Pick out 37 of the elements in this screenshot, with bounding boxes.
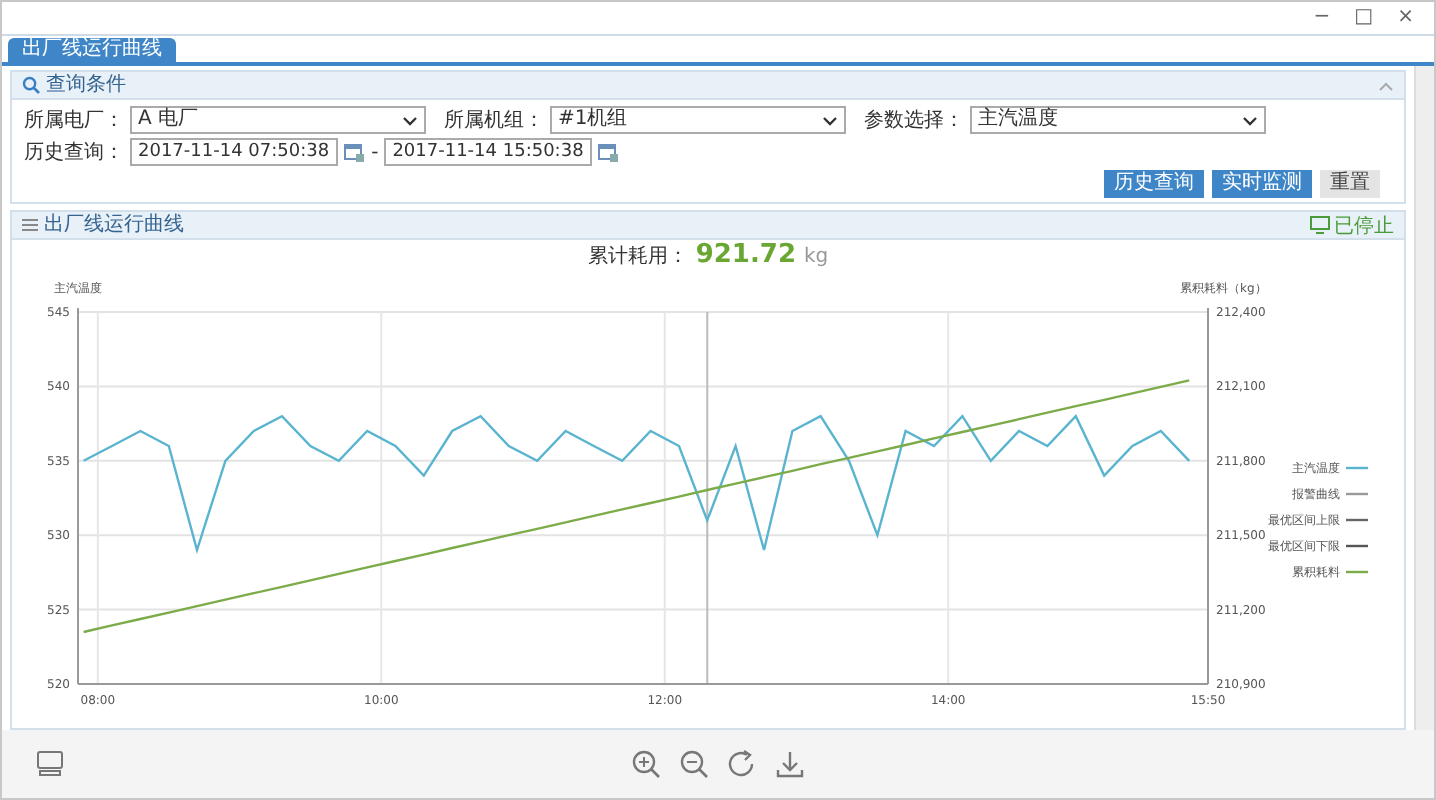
screen-icon[interactable]	[34, 748, 66, 780]
query-button[interactable]: 历史查询	[1104, 170, 1204, 198]
minimize-button[interactable]: −	[1305, 4, 1339, 32]
zoom-in-icon[interactable]	[630, 748, 662, 780]
total-label: 累计耗用：	[587, 243, 688, 270]
dropdown[interactable]: 主汽温度	[970, 106, 1266, 134]
monitor-icon	[1310, 216, 1330, 234]
download-icon[interactable]	[774, 748, 806, 780]
rotate-icon[interactable]	[726, 748, 758, 780]
zoom-out-icon[interactable]	[678, 748, 710, 780]
calendar-icon[interactable]	[343, 141, 366, 163]
field-label: 所属机组：	[444, 107, 544, 134]
total-value: 921.72	[695, 240, 797, 270]
date-field[interactable]: 2017-11-14 15:50:38	[384, 138, 592, 166]
calendar-icon[interactable]	[597, 141, 620, 163]
field-label: 历史查询：	[24, 139, 124, 166]
query-button[interactable]: 实时监测	[1212, 170, 1312, 198]
tab[interactable]: 出厂线运行曲线	[8, 38, 176, 62]
status-text: 已停止	[1334, 213, 1394, 239]
range-separator: -	[371, 141, 379, 163]
date-field[interactable]: 2017-11-14 07:50:38	[130, 138, 338, 166]
maximize-button[interactable]: □	[1346, 4, 1382, 32]
search-icon	[22, 76, 40, 94]
list-icon	[22, 218, 38, 232]
field-label: 参数选择：	[864, 107, 964, 134]
caret-icon	[822, 115, 838, 125]
caret-icon	[1242, 115, 1258, 125]
field-label: 所属电厂：	[24, 107, 124, 134]
dropdown[interactable]: #1机组	[550, 106, 846, 134]
dropdown[interactable]: A 电厂	[130, 106, 426, 134]
scrollbar[interactable]	[1414, 66, 1434, 730]
panel-title: 查询条件	[46, 73, 126, 97]
panel-title: 出厂线运行曲线	[44, 213, 184, 237]
unit-label: kg	[804, 246, 829, 268]
reset-button[interactable]: 重置	[1320, 170, 1380, 198]
close-button[interactable]: ×	[1389, 4, 1422, 32]
caret-icon	[402, 115, 418, 125]
